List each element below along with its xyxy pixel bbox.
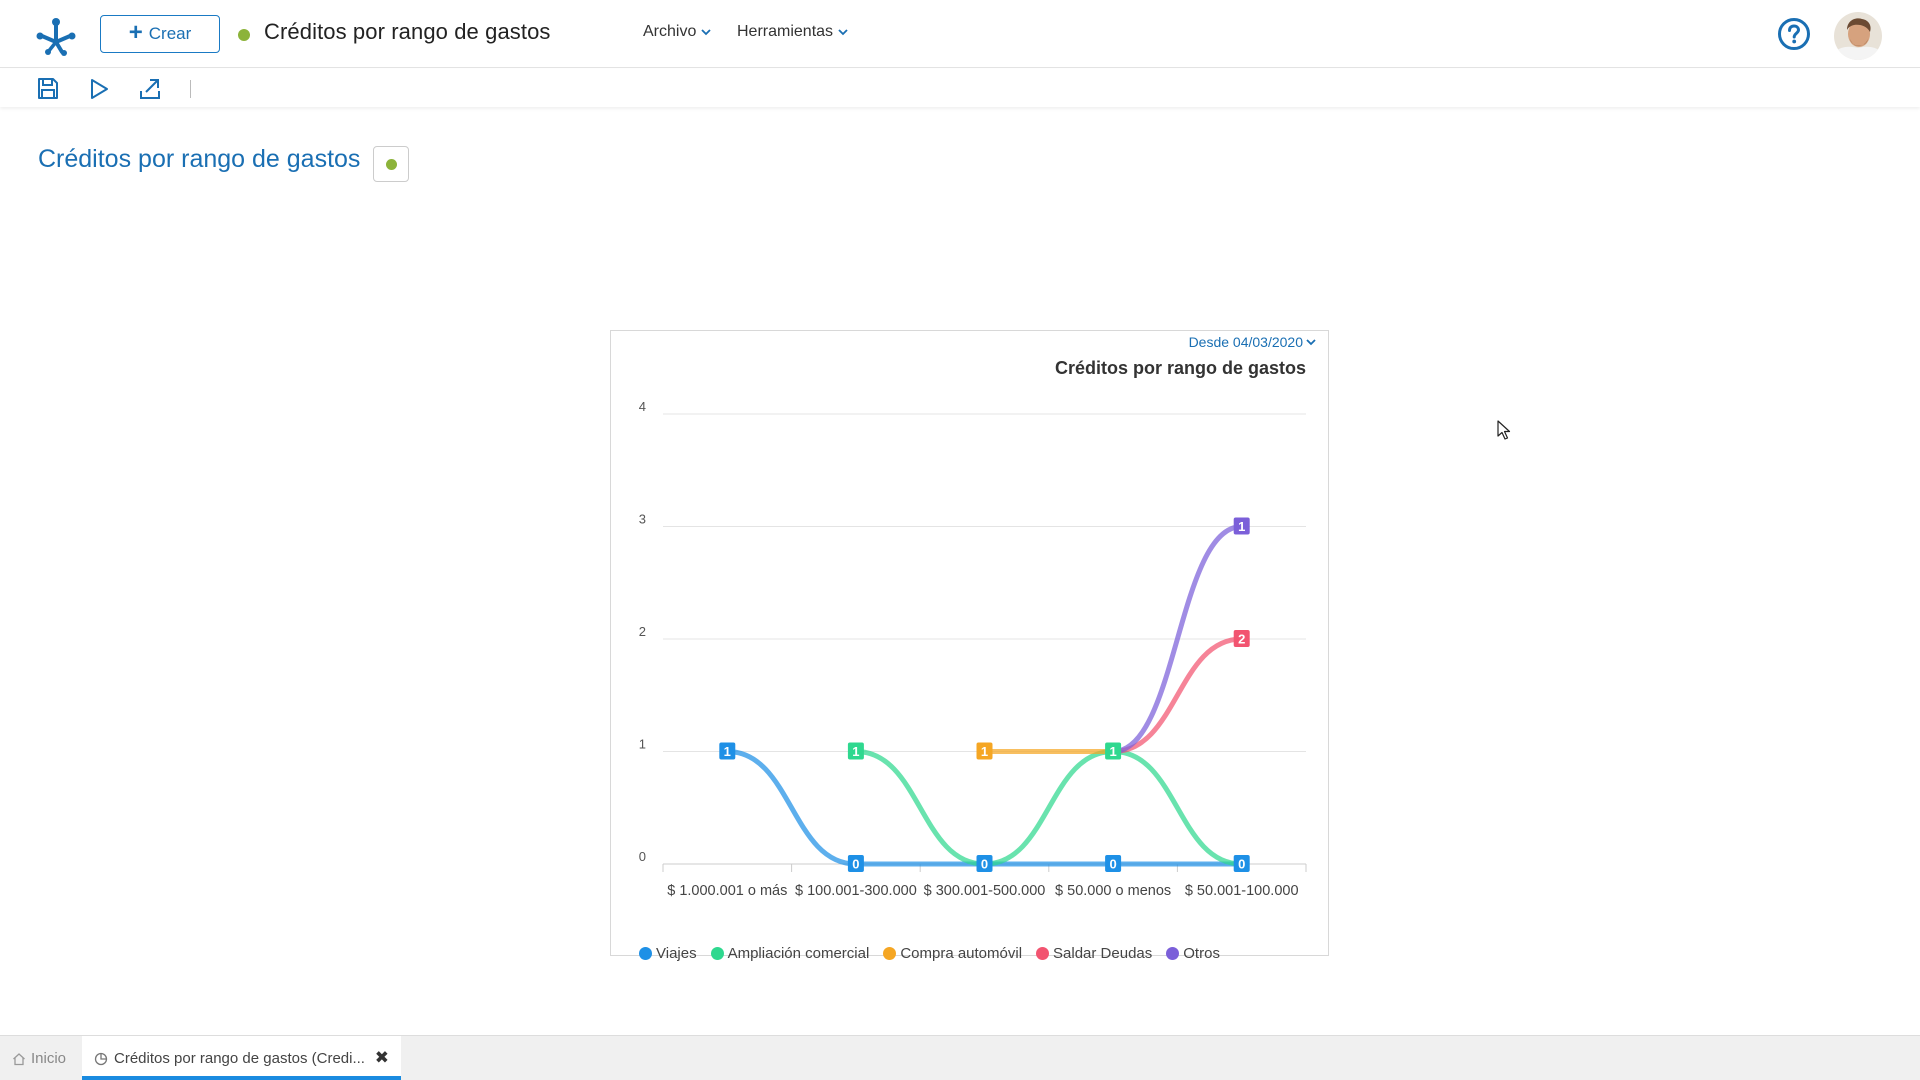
tab-creditos-label: Créditos por rango de gastos (Credi... [114,1050,365,1067]
app-window: + Crear Créditos por rango de gastos Arc… [0,0,1920,1080]
close-icon[interactable]: ✖ [375,1048,389,1068]
plus-icon: + [128,19,143,46]
series-line [853,748,1245,867]
data-label: 1 [852,744,859,759]
chart-title: Créditos por rango de gastos [1054,358,1306,378]
menu-herramientas-label: Herramientas [737,23,834,40]
y-tick-label: 2 [639,624,646,639]
create-button[interactable]: + Crear [100,15,220,53]
legend-item[interactable]: Viajes [639,945,697,962]
y-tick-label: 0 [639,849,646,864]
menu-archivo[interactable]: Archivo [643,23,711,41]
app-logo-icon[interactable] [34,12,78,56]
data-label: 1 [981,744,988,759]
status-dot [238,29,250,41]
menu-archivo-label: Archivo [643,23,697,40]
legend-dot [883,947,897,960]
legend-item[interactable]: Compra automóvil [883,945,1022,962]
data-label: 0 [852,857,859,872]
active-tab-indicator [82,1076,401,1080]
legend-label: Compra automóvil [900,945,1023,962]
data-label: 0 [1109,857,1116,872]
run-icon[interactable] [86,76,112,102]
legend-item[interactable]: Saldar Deudas [1036,945,1152,962]
top-bar: + Crear Créditos por rango de gastos Arc… [0,0,1920,68]
page-title: Créditos por rango de gastos [38,145,361,173]
document-title: Créditos por rango de gastos [264,19,551,44]
legend-label: Ampliación comercial [727,945,870,962]
x-tick-label: $ 50.000 o menos [1055,883,1171,899]
data-label: 1 [724,744,731,759]
home-icon [13,1052,25,1065]
export-icon[interactable] [137,76,163,102]
toolbar-divider [190,80,191,98]
tab-inicio[interactable]: Inicio [12,1036,66,1080]
menu-herramientas[interactable]: Herramientas [737,23,848,41]
user-avatar[interactable] [1834,12,1882,60]
y-tick-label: 3 [639,512,646,527]
data-label: 2 [1238,632,1245,647]
chevron-down-icon [701,29,711,36]
legend-dot [710,947,724,960]
chart-card: 0 1 2 3 4 $ 1.000.001 o más $ 100.001-300.000 $… [610,330,1329,962]
date-filter-label: Desde 04/03/2020 [1188,334,1303,350]
legend-item[interactable]: Otros [1166,945,1220,962]
y-tick-label: 1 [639,737,646,752]
state-button[interactable] [373,146,409,182]
y-tick-label: 4 [639,399,646,414]
data-label: 1 [1238,519,1245,534]
bottom-tab-bar: Inicio Créditos por rango de gastos (Cre… [0,1035,1920,1080]
save-icon[interactable] [35,76,61,102]
legend-label: Viajes [656,945,697,962]
x-tick-label: $ 1.000.001 o más [667,883,787,899]
chart-pie-icon [94,1052,108,1065]
legend-dot [639,947,652,960]
chevron-down-icon [838,29,848,36]
mouse-cursor-icon [1497,420,1511,440]
legend-dot [1036,947,1050,960]
x-tick-label: $ 50.001-100.000 [1185,883,1299,899]
help-circle-icon[interactable] [1777,17,1811,51]
series-line [724,749,1245,867]
chevron-down-icon [1306,339,1316,346]
x-tick-label: $ 100.001-300.000 [795,883,917,899]
data-label: 1 [1109,744,1116,759]
legend-label: Otros [1183,945,1220,962]
toolbar [0,69,1920,107]
data-label: 0 [1238,857,1245,872]
series-line [1110,636,1245,754]
legend-dot [1166,947,1180,960]
chart-legend: Viajes Ampliación comercial Compra automóv… [639,945,1220,962]
data-label: 0 [981,857,988,872]
legend-label: Saldar Deudas [1053,945,1153,962]
create-button-label: Crear [148,24,192,43]
legend-item[interactable]: Ampliación comercial [710,945,870,962]
date-filter-dropdown[interactable]: Desde 04/03/2020 [1189,334,1316,350]
x-tick-label: $ 300.001-500.000 [924,883,1046,899]
tab-creditos[interactable]: Créditos por rango de gastos (Credi... ✖ [82,1036,401,1080]
tab-inicio-label: Inicio [31,1050,67,1067]
line-chart: 0 1 2 3 4 $ 1.000.001 o más $ 100.001-300.000 $… [639,399,1307,899]
state-dot [385,158,397,170]
